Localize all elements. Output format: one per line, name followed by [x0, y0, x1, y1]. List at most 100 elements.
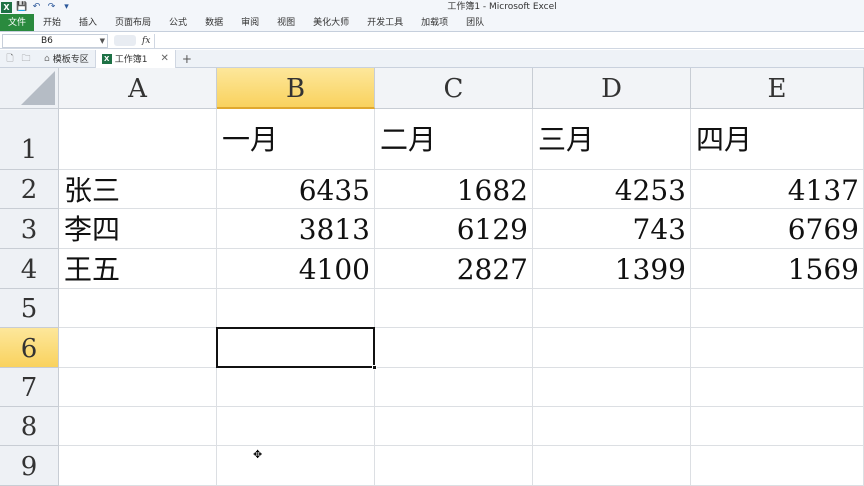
formula-bar: B6 ▼ fx	[0, 33, 864, 49]
quick-access-toolbar: X 💾 ↶ ↷ ▾	[0, 0, 72, 14]
doc-tab-workbook[interactable]: X 工作簿1 ✕	[95, 49, 176, 68]
formula-input[interactable]	[154, 33, 864, 48]
cell-c8[interactable]	[375, 407, 533, 446]
cell-d5[interactable]	[533, 289, 691, 328]
save-icon[interactable]: 💾	[16, 2, 27, 13]
cell-e1[interactable]: 四月	[691, 109, 864, 170]
doc-tab-templates[interactable]: ⌂ 模板专区	[38, 49, 96, 68]
column-header-c[interactable]: C	[375, 68, 533, 109]
cell-e4[interactable]: 1569	[691, 249, 864, 289]
cell-e5[interactable]	[691, 289, 864, 328]
tab-10[interactable]: 团队	[457, 14, 493, 31]
row-header-2[interactable]: 2	[0, 170, 59, 209]
cell-c2[interactable]: 1682	[375, 170, 533, 209]
row-header-9[interactable]: 9	[0, 446, 59, 486]
window-title: 工作簿1 - Microsoft Excel	[447, 2, 557, 12]
cell-a7[interactable]	[59, 368, 217, 407]
row-header-5[interactable]: 5	[0, 289, 59, 328]
cell-d8[interactable]	[533, 407, 691, 446]
folder-icon[interactable]: 🗀	[20, 53, 32, 65]
cell-c6[interactable]	[375, 328, 533, 368]
cell-d6[interactable]	[533, 328, 691, 368]
cell-a1[interactable]	[59, 109, 217, 170]
undo-icon[interactable]: ↶	[31, 2, 42, 13]
cell-e9[interactable]	[691, 446, 864, 486]
cell-d2[interactable]: 4253	[533, 170, 691, 209]
cell-d9[interactable]	[533, 446, 691, 486]
cell-a2[interactable]: 张三	[59, 170, 217, 209]
tab-8[interactable]: 开发工具	[358, 14, 412, 31]
cell-e3[interactable]: 6769	[691, 209, 864, 249]
cell-e8[interactable]	[691, 407, 864, 446]
close-icon[interactable]: ✕	[160, 53, 168, 64]
cell-d1[interactable]: 三月	[533, 109, 691, 170]
column-header-d[interactable]: D	[533, 68, 691, 109]
insert-function-icon[interactable]: fx	[142, 36, 150, 46]
cell-a9[interactable]	[59, 446, 217, 486]
row-header-4[interactable]: 4	[0, 249, 59, 289]
fill-handle[interactable]	[372, 365, 377, 370]
home-icon: ⌂	[44, 53, 50, 64]
customize-qat-icon[interactable]: ▾	[61, 2, 72, 13]
cell-d4[interactable]: 1399	[533, 249, 691, 289]
row-header-6[interactable]: 6	[0, 328, 59, 368]
column-header-e[interactable]: E	[691, 68, 864, 109]
ribbon-tabs: 文件 开始 插入 页面布局 公式 数据 审阅 视图 美化大师 开发工具 加载项 团队	[0, 14, 864, 32]
cell-e2[interactable]: 4137	[691, 170, 864, 209]
cell-c3[interactable]: 6129	[375, 209, 533, 249]
row-header-8[interactable]: 8	[0, 407, 59, 446]
name-box-value: B6	[41, 35, 53, 46]
tab-4[interactable]: 数据	[196, 14, 232, 31]
cell-c4[interactable]: 2827	[375, 249, 533, 289]
cell-a5[interactable]	[59, 289, 217, 328]
tab-9[interactable]: 加载项	[412, 14, 457, 31]
cell-d3[interactable]: 743	[533, 209, 691, 249]
cell-b3[interactable]: 3813	[217, 209, 375, 249]
doc-tab-label: 工作簿1	[114, 55, 148, 65]
tab-file[interactable]: 文件	[0, 14, 34, 31]
title-bar: X 💾 ↶ ↷ ▾ 工作簿1 - Microsoft Excel	[0, 0, 864, 14]
cell-a3[interactable]: 李四	[59, 209, 217, 249]
document-tabs: 🗋 🗀 ⌂ 模板专区 X 工作簿1 ✕ +	[0, 49, 864, 68]
column-header-b[interactable]: B	[217, 68, 375, 109]
cell-b7[interactable]	[217, 368, 375, 407]
tab-2[interactable]: 页面布局	[106, 14, 160, 31]
cell-e7[interactable]	[691, 368, 864, 407]
tab-0[interactable]: 开始	[34, 14, 70, 31]
cell-b2[interactable]: 6435	[217, 170, 375, 209]
formula-controls[interactable]	[114, 35, 136, 46]
cell-c9[interactable]	[375, 446, 533, 486]
tab-6[interactable]: 视图	[268, 14, 304, 31]
row-header-3[interactable]: 3	[0, 209, 59, 249]
redo-icon[interactable]: ↷	[46, 2, 57, 13]
cell-c7[interactable]	[375, 368, 533, 407]
tab-3[interactable]: 公式	[160, 14, 196, 31]
new-document-icon[interactable]: 🗋	[4, 53, 16, 65]
tab-1[interactable]: 插入	[70, 14, 106, 31]
chevron-down-icon[interactable]: ▼	[100, 35, 105, 47]
mouse-cursor-icon: ✥	[253, 448, 263, 461]
cell-b9[interactable]	[217, 446, 375, 486]
cell-b8[interactable]	[217, 407, 375, 446]
cell-b1[interactable]: 一月	[217, 109, 375, 170]
cell-a8[interactable]	[59, 407, 217, 446]
select-all-corner[interactable]	[0, 68, 59, 109]
cell-b5[interactable]	[217, 289, 375, 328]
cell-c5[interactable]	[375, 289, 533, 328]
doc-tab-label: 模板专区	[52, 55, 89, 65]
tab-5[interactable]: 审阅	[232, 14, 268, 31]
excel-logo-icon: X	[1, 1, 12, 13]
add-tab-icon[interactable]: +	[182, 52, 192, 66]
excel-file-icon: X	[101, 53, 112, 64]
cell-e6[interactable]	[691, 328, 864, 368]
row-header-1[interactable]: 1	[0, 109, 59, 170]
tab-7[interactable]: 美化大师	[304, 14, 358, 31]
cell-c1[interactable]: 二月	[375, 109, 533, 170]
cell-b4[interactable]: 4100	[217, 249, 375, 289]
name-box[interactable]: B6 ▼	[2, 33, 108, 48]
cell-a4[interactable]: 王五	[59, 249, 217, 289]
row-header-7[interactable]: 7	[0, 368, 59, 407]
cell-d7[interactable]	[533, 368, 691, 407]
cell-a6[interactable]	[59, 328, 217, 368]
column-header-a[interactable]: A	[59, 68, 217, 109]
